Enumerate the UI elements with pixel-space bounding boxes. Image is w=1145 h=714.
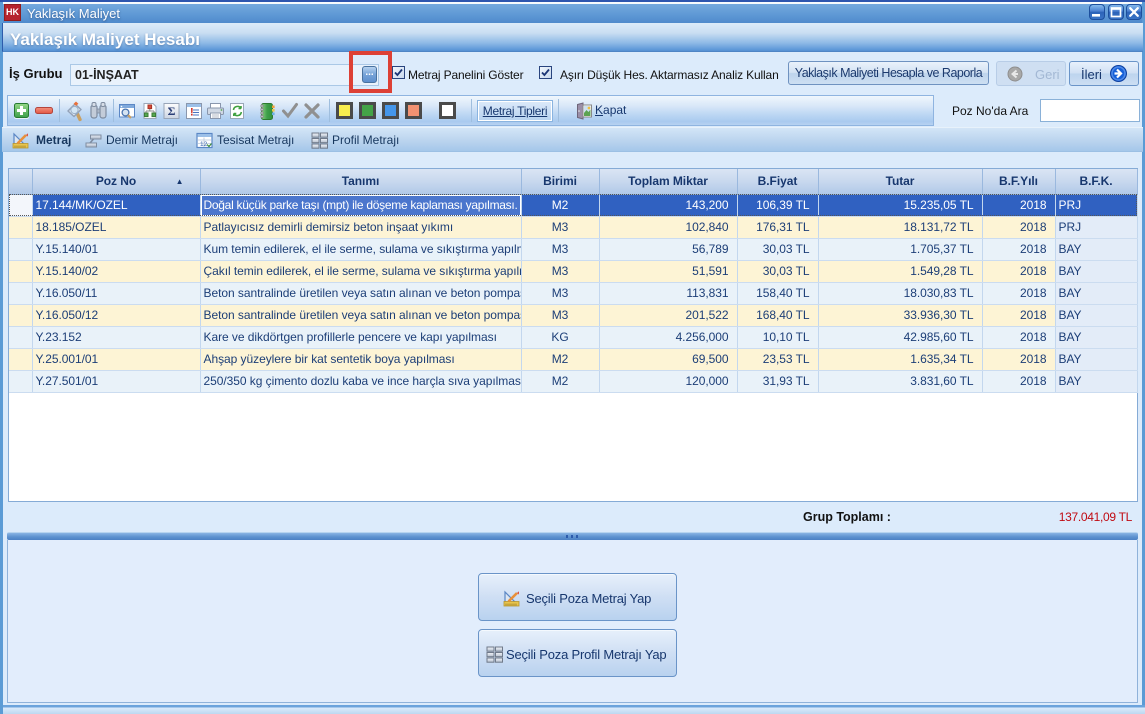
svg-text:Σ: Σ [168, 104, 176, 118]
svg-text:12: 12 [200, 141, 208, 148]
